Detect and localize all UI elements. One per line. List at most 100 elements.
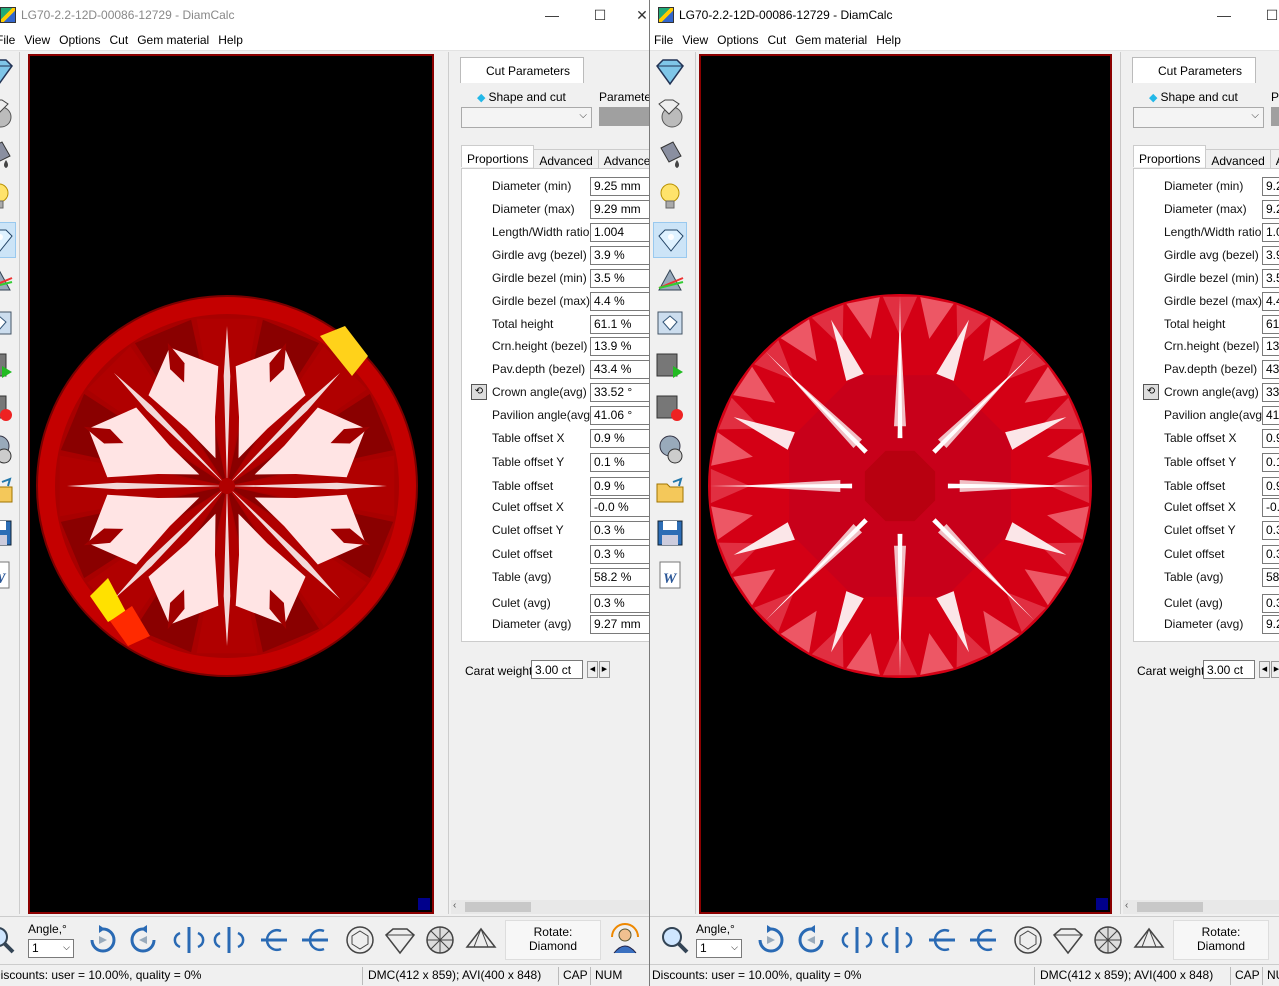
open-folder-icon[interactable]	[653, 474, 687, 510]
rotate-ccw-icon[interactable]	[794, 923, 828, 957]
proportion-value-field[interactable]: 41	[1262, 406, 1279, 425]
tab-cut-parameters[interactable]: Cut Parameters	[460, 57, 584, 83]
shape-and-cut-dropdown[interactable]: ⌵	[1133, 107, 1264, 128]
subtab-advanced-1[interactable]: Advanced	[533, 149, 599, 169]
carat-decrease-button[interactable]: ◀	[1259, 661, 1270, 678]
open-folder-icon[interactable]	[0, 474, 16, 510]
angle-dropdown[interactable]: 1 ⌵	[696, 939, 742, 958]
proportion-value-field[interactable]: 4.4 %	[590, 292, 649, 311]
proportion-value-field[interactable]: 0.3	[1262, 545, 1279, 564]
carat-increase-button[interactable]: ▶	[599, 661, 610, 678]
proportion-value-field[interactable]: 0.1 %	[590, 453, 649, 472]
proportion-value-field[interactable]: 9.2	[1262, 200, 1279, 219]
rotate-mode-box[interactable]: Rotate: Diamond	[1173, 920, 1269, 960]
light-bulb-icon[interactable]	[0, 180, 16, 216]
menu-help[interactable]: Help	[214, 30, 248, 47]
rotate-ccw-icon[interactable]	[126, 923, 160, 957]
menu-gem-material[interactable]: Gem material	[133, 30, 214, 47]
close-button[interactable]: ✕	[622, 4, 649, 26]
menu-cut[interactable]: Cut	[764, 30, 792, 47]
proportion-value-field[interactable]: 0.9 %	[590, 477, 649, 496]
zoom-icon[interactable]	[658, 923, 692, 957]
diamond-view-icon[interactable]	[0, 222, 16, 258]
flip-v-icon[interactable]	[257, 923, 291, 957]
carat-increase-button[interactable]: ▶	[1271, 661, 1279, 678]
video-icon[interactable]	[653, 348, 687, 384]
menu-help[interactable]: Help	[872, 30, 906, 47]
proportion-value-field[interactable]: 9.29 mm	[590, 200, 649, 219]
bottom-view-icon[interactable]	[423, 923, 457, 957]
minimize-button[interactable]: —	[1204, 4, 1244, 26]
proportion-value-field[interactable]: -0.	[1262, 498, 1279, 517]
word-doc-icon[interactable]: W	[0, 558, 16, 594]
flip-h2-icon[interactable]	[880, 923, 914, 957]
top-view-icon[interactable]	[343, 923, 377, 957]
save-icon[interactable]	[0, 516, 16, 552]
proportion-value-field[interactable]: 0.3 %	[590, 521, 649, 540]
scrollbar-thumb[interactable]	[465, 902, 531, 912]
paint-bucket-icon[interactable]	[0, 138, 16, 174]
profile-view-icon[interactable]	[464, 923, 498, 957]
subtab-advanced-2[interactable]: Advanced	[597, 149, 649, 169]
horizontal-scrollbar[interactable]: ‹	[451, 900, 649, 914]
flip-h2-icon[interactable]	[212, 923, 246, 957]
proportion-value-field[interactable]: 58	[1262, 568, 1279, 587]
proportion-value-field[interactable]: 13	[1262, 337, 1279, 356]
horizontal-scrollbar[interactable]: ‹	[1123, 900, 1279, 914]
subtab-proportions[interactable]: Proportions	[461, 145, 535, 167]
proportion-value-field[interactable]: 33.52 °	[590, 383, 649, 402]
flip-h-icon[interactable]	[172, 923, 206, 957]
light-bulb-icon[interactable]	[653, 180, 687, 216]
proportion-value-field[interactable]: 0.3 %	[590, 545, 649, 564]
rotate-cw-icon[interactable]	[754, 923, 788, 957]
proportion-value-field[interactable]: 3.5	[1262, 269, 1279, 288]
photo-icon[interactable]	[653, 306, 687, 342]
subtab-advanced-2[interactable]: Ad	[1269, 149, 1279, 169]
parameter-field[interactable]	[1271, 107, 1279, 126]
tab-cut-parameters[interactable]: Cut Parameters	[1132, 57, 1256, 83]
maximize-button[interactable]: ☐	[580, 4, 620, 26]
zoom-icon[interactable]	[0, 923, 18, 957]
proportion-value-field[interactable]: 33	[1262, 383, 1279, 402]
scroll-left-icon[interactable]: ‹	[453, 900, 456, 911]
side-view-icon[interactable]	[1051, 923, 1085, 957]
menu-options[interactable]: Options	[55, 30, 105, 47]
proportion-value-field[interactable]: 3.9 %	[590, 246, 649, 265]
proportion-value-field[interactable]: 13.9 %	[590, 337, 649, 356]
proportion-value-field[interactable]: 58.2 %	[590, 568, 649, 587]
proportion-value-field[interactable]: 0.9	[1262, 477, 1279, 496]
proportion-value-field[interactable]: 43.4 %	[590, 360, 649, 379]
proportion-value-field[interactable]: 0.9	[1262, 429, 1279, 448]
proportion-value-field[interactable]: 0.1	[1262, 453, 1279, 472]
proportion-value-field[interactable]: 1.0	[1262, 223, 1279, 242]
scrollbar-thumb[interactable]	[1137, 902, 1203, 912]
minimize-button[interactable]: —	[532, 4, 572, 26]
menu-gem-material[interactable]: Gem material	[791, 30, 872, 47]
photo-icon[interactable]	[0, 306, 16, 342]
angle-dropdown[interactable]: 1 ⌵	[28, 939, 74, 958]
top-view-icon[interactable]	[1011, 923, 1045, 957]
side-view-icon[interactable]	[383, 923, 417, 957]
diamond-viewport[interactable]	[28, 54, 434, 914]
diamond-icon[interactable]	[653, 54, 687, 90]
maximize-button[interactable]: ☐	[1252, 4, 1279, 26]
proportion-value-field[interactable]: 4.4	[1262, 292, 1279, 311]
flip-v2-icon[interactable]	[298, 923, 332, 957]
paint-bucket-icon[interactable]	[653, 138, 687, 174]
parameter-field[interactable]: 3	[599, 107, 649, 126]
proportion-value-field[interactable]: 9.27 mm	[590, 615, 649, 634]
menu-file[interactable]: File	[650, 30, 678, 47]
rotate-cw-icon[interactable]	[86, 923, 120, 957]
gem-sphere-icon[interactable]	[0, 96, 16, 132]
proportion-value-field[interactable]: 61	[1262, 315, 1279, 334]
proportion-value-field[interactable]: 41.06 °	[590, 406, 649, 425]
reel-icon[interactable]	[653, 432, 687, 468]
bottom-view-icon[interactable]	[1091, 923, 1125, 957]
menu-view[interactable]: View	[678, 30, 713, 47]
diamond-icon[interactable]	[0, 54, 16, 90]
proportion-value-field[interactable]: 9.25 mm	[590, 177, 649, 196]
shape-and-cut-dropdown[interactable]: ⌵	[461, 107, 592, 128]
proportion-value-field[interactable]: 3.9	[1262, 246, 1279, 265]
diamond-viewport[interactable]	[699, 54, 1112, 914]
flip-v-icon[interactable]	[925, 923, 959, 957]
